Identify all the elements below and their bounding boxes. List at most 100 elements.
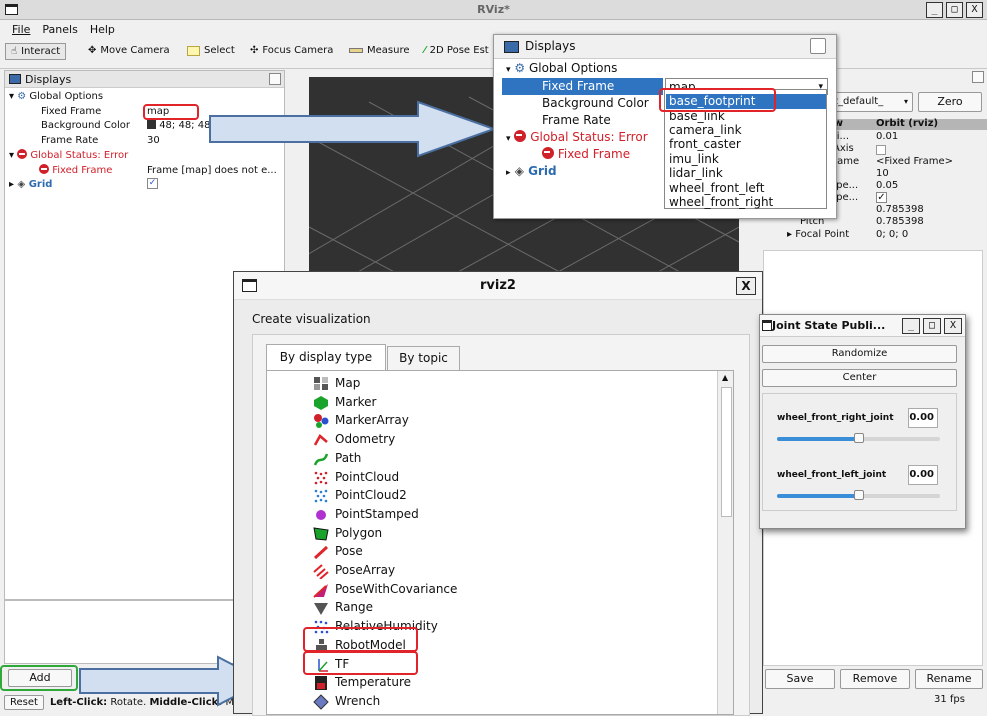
prop-checkbox[interactable] — [876, 145, 886, 155]
display-type-item[interactable]: Temperature — [313, 673, 411, 691]
display-type-item[interactable]: PointStamped — [313, 505, 419, 523]
display-type-label: Map — [335, 376, 361, 390]
frame-rate-value[interactable]: 30 — [147, 134, 160, 148]
view-type-select[interactable]: iz_default_ ▾ — [825, 92, 913, 112]
tree-background-color-label: Background Color — [41, 120, 130, 131]
tree-global-options[interactable]: ▾ ⚙ Global Options — [9, 90, 103, 104]
display-type-item[interactable]: MarkerArray — [313, 411, 409, 429]
monitor-icon — [504, 41, 519, 53]
prop-value[interactable]: <Fixed Frame> — [876, 156, 953, 167]
save-view-button[interactable]: Save — [765, 669, 835, 689]
display-type-item[interactable]: Path — [313, 449, 361, 467]
float-panel-button[interactable] — [972, 71, 984, 83]
tf-highlight — [303, 651, 418, 675]
grid-enabled-checkbox[interactable]: ✓ — [147, 178, 158, 189]
tool-2d-pose[interactable]: ⁄ 2D Pose Est — [424, 45, 489, 56]
grid-icon: ◈ — [17, 179, 26, 190]
float-panel-button[interactable] — [810, 38, 826, 54]
joint-slider[interactable] — [777, 490, 940, 500]
popup-global-options[interactable]: ▾ ⚙ Global Options — [506, 60, 617, 77]
display-type-item[interactable]: PoseArray — [313, 561, 396, 580]
display-type-item[interactable]: Marker — [313, 393, 376, 411]
display-type-item[interactable]: Polygon — [313, 524, 382, 542]
display-type-label: Marker — [335, 394, 377, 409]
scroll-up-icon[interactable]: ▲ — [722, 373, 728, 382]
frame-option[interactable]: front_caster — [669, 137, 741, 151]
menu-help[interactable]: Help — [90, 23, 115, 36]
display-type-label: PointCloud2 — [335, 488, 407, 503]
rename-view-button[interactable]: Rename — [915, 669, 983, 689]
tool-select[interactable]: Select — [187, 45, 235, 56]
menu-panels[interactable]: Panels — [42, 23, 77, 36]
list-scrollbar[interactable]: ▲ — [717, 371, 733, 714]
frame-option[interactable]: wheel_front_right — [669, 195, 773, 209]
dialog-close-button[interactable]: X — [736, 277, 756, 295]
prop-value[interactable]: 10 — [876, 168, 889, 179]
maximize-button[interactable]: □ — [946, 2, 963, 18]
minimize-button[interactable]: _ — [902, 318, 920, 334]
gear-icon: ⚙ — [17, 91, 27, 102]
tool-move-camera[interactable]: ✥ Move Camera — [88, 45, 170, 56]
display-type-item[interactable]: Wrench — [313, 692, 380, 710]
tool-interact[interactable]: ☝ Interact — [5, 43, 67, 60]
dialog-title-bar: rviz2 X — [234, 272, 762, 300]
menu-file[interactable]: File — [12, 23, 30, 36]
point-stamped-icon — [313, 507, 329, 521]
tab-by-topic[interactable]: By topic — [387, 346, 460, 370]
reset-button[interactable]: Reset — [4, 694, 44, 710]
background-color-value[interactable]: 48; 48; 48 — [147, 119, 210, 133]
frame-option[interactable]: wheel_front_left — [669, 181, 765, 195]
zero-button[interactable]: Zero — [918, 92, 982, 112]
joint-slider-handle[interactable] — [853, 433, 864, 443]
maximize-button[interactable]: □ — [923, 318, 941, 334]
center-button[interactable]: Center — [762, 369, 957, 387]
randomize-button[interactable]: Randomize — [762, 345, 957, 363]
joint-slider[interactable] — [777, 433, 940, 443]
path-icon — [313, 451, 329, 466]
frame-option[interactable]: camera_link — [669, 123, 742, 137]
tool-focus-camera[interactable]: ✣ Focus Camera — [250, 45, 333, 56]
prop-value[interactable]: 0.01 — [876, 131, 898, 142]
create-visualization-dialog: rviz2 X Create visualization By display … — [233, 271, 763, 716]
tree-global-status[interactable]: ▾ Global Status: Error — [9, 149, 128, 163]
float-panel-button[interactable] — [269, 73, 281, 85]
display-type-label: Temperature — [335, 675, 412, 690]
dropdown-arrow-icon: ▾ — [903, 97, 908, 106]
prop-checkbox[interactable]: ✓ — [876, 192, 887, 203]
display-type-item[interactable]: PointCloud — [313, 468, 399, 486]
popup-grid[interactable]: ▸ ◈ Grid — [506, 163, 557, 180]
remove-view-button[interactable]: Remove — [840, 669, 910, 689]
display-type-item[interactable]: Map — [313, 374, 360, 392]
display-type-item[interactable]: Range — [313, 598, 373, 616]
tab-by-display-type[interactable]: By display type — [266, 344, 386, 370]
display-type-item[interactable]: Odometry — [313, 430, 395, 448]
popup-fixed-frame-label[interactable]: Fixed Frame — [542, 78, 614, 95]
joint-slider-fill — [777, 437, 859, 441]
tool-measure[interactable]: Measure — [349, 45, 410, 56]
scroll-thumb[interactable] — [721, 387, 732, 517]
joint-slider-fill — [777, 494, 859, 498]
prop-value[interactable]: 0.785398 — [876, 204, 924, 215]
popup-global-status[interactable]: ▾ Global Status: Error — [506, 129, 648, 146]
tree-fixed-frame-error: Fixed Frame — [39, 164, 112, 178]
prop-value[interactable]: 0; 0; 0 — [876, 229, 908, 240]
tree-grid[interactable]: ▸ ◈ Grid — [9, 178, 52, 192]
marker-icon — [313, 395, 329, 410]
joint-value-input[interactable]: 0.00 — [908, 408, 938, 428]
display-type-item[interactable]: PoseWithCovariance — [313, 580, 457, 598]
frame-option[interactable]: imu_link — [669, 152, 719, 166]
close-button[interactable]: X — [966, 2, 983, 18]
prop-focal-point[interactable]: ▸ Focal Point — [787, 229, 849, 240]
joint-value-input[interactable]: 0.00 — [908, 465, 938, 485]
display-type-item[interactable]: PointCloud2 — [313, 486, 407, 504]
prop-value[interactable]: 0.05 — [876, 180, 898, 191]
jsp-title-bar: Joint State Publi... _ □ X — [760, 315, 965, 337]
close-button[interactable]: X — [944, 318, 962, 334]
frame-option[interactable]: lidar_link — [669, 166, 723, 180]
minimize-button[interactable]: _ — [926, 2, 943, 18]
display-type-item[interactable]: Pose — [313, 542, 363, 560]
display-type-label: Polygon — [335, 525, 383, 540]
prop-value[interactable]: 0.785398 — [876, 216, 924, 227]
display-type-label: PoseArray — [335, 563, 396, 577]
joint-slider-handle[interactable] — [853, 490, 864, 500]
